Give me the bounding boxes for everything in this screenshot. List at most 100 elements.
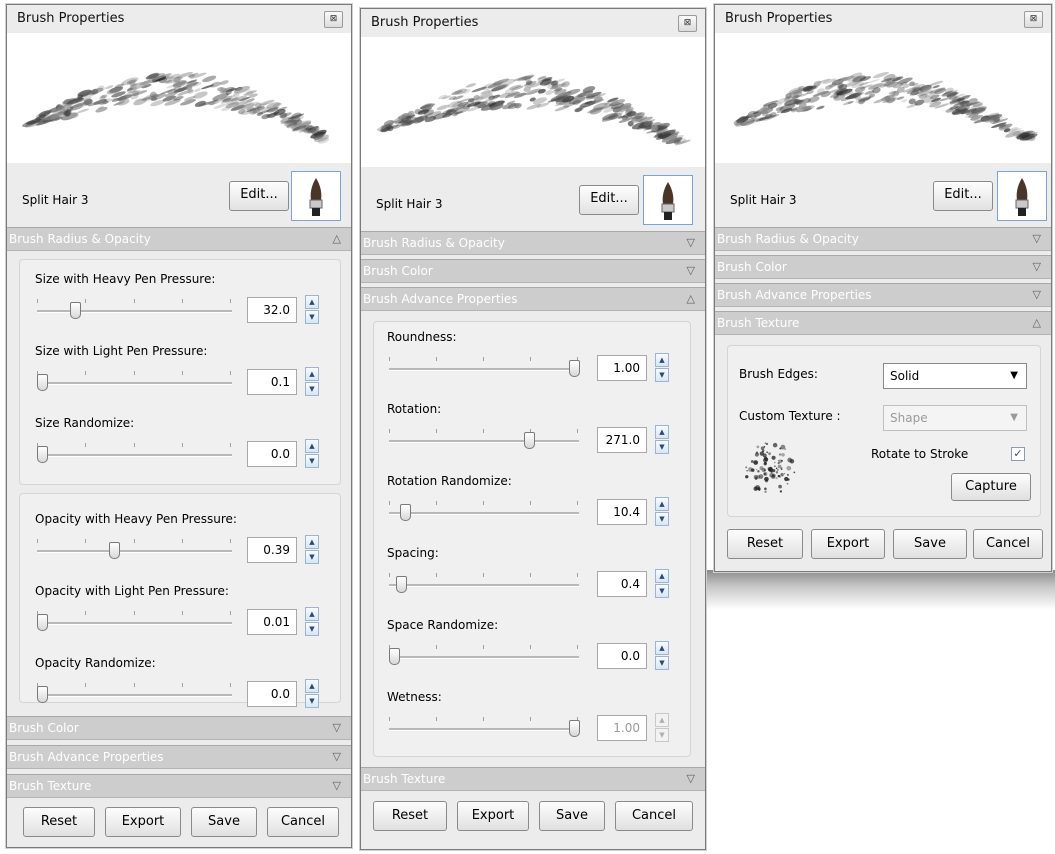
section-brush-radius-opacity[interactable]: Brush Radius & Opacity △ <box>7 227 351 251</box>
capture-button[interactable]: Capture <box>951 473 1031 501</box>
close-icon[interactable]: ⊠ <box>678 15 697 32</box>
value-input[interactable]: 0.0 <box>247 681 297 707</box>
spin-down-icon[interactable]: ▼ <box>655 368 669 382</box>
spin-up-icon[interactable]: ▲ <box>305 535 319 549</box>
reset-button[interactable]: Reset <box>727 529 803 559</box>
brush-tip-icon[interactable] <box>643 175 693 225</box>
save-button[interactable]: Save <box>539 801 605 831</box>
spinner[interactable]: ▲ ▼ <box>305 679 319 709</box>
export-button[interactable]: Export <box>457 801 529 831</box>
slider-thumb[interactable] <box>569 360 580 377</box>
save-button[interactable]: Save <box>893 529 967 559</box>
slider-thumb[interactable] <box>569 720 580 737</box>
section-brush-texture[interactable]: Brush Texture ▽ <box>7 774 351 798</box>
spin-up-icon[interactable]: ▲ <box>305 367 319 381</box>
spinner[interactable]: ▲ ▼ <box>655 641 669 671</box>
cancel-button[interactable]: Cancel <box>267 807 339 837</box>
reset-button[interactable]: Reset <box>23 807 95 837</box>
slider[interactable] <box>37 539 232 563</box>
edit-button[interactable]: Edit... <box>579 185 639 215</box>
section-brush-texture[interactable]: Brush Texture △ <box>715 311 1051 335</box>
spin-up-icon[interactable]: ▲ <box>305 607 319 621</box>
spin-up-icon[interactable]: ▲ <box>305 295 319 309</box>
slider[interactable] <box>389 501 579 525</box>
spin-down-icon[interactable]: ▼ <box>305 454 319 468</box>
slider-thumb[interactable] <box>37 374 48 391</box>
spinner[interactable]: ▲ ▼ <box>305 439 319 469</box>
value-input[interactable]: 0.39 <box>247 537 297 563</box>
section-brush-color[interactable]: Brush Color ▽ <box>715 255 1051 279</box>
spinner[interactable]: ▲ ▼ <box>305 607 319 637</box>
spinner[interactable]: ▲ ▼ <box>305 367 319 397</box>
slider-thumb[interactable] <box>70 302 82 319</box>
spinner[interactable]: ▲ ▼ <box>655 713 669 743</box>
edit-button[interactable]: Edit... <box>933 181 993 211</box>
slider-thumb[interactable] <box>389 648 400 665</box>
spin-down-icon[interactable]: ▼ <box>655 656 669 670</box>
slider[interactable] <box>37 683 232 707</box>
value-input[interactable]: 0.01 <box>247 609 297 635</box>
slider[interactable] <box>389 645 579 669</box>
slider-thumb[interactable] <box>37 686 48 703</box>
export-button[interactable]: Export <box>811 529 885 559</box>
spin-up-icon[interactable]: ▲ <box>655 713 669 727</box>
spin-up-icon[interactable]: ▲ <box>655 497 669 511</box>
value-input[interactable]: 1.00 <box>597 715 647 741</box>
slider[interactable] <box>389 429 579 453</box>
spin-down-icon[interactable]: ▼ <box>655 440 669 454</box>
spin-down-icon[interactable]: ▼ <box>655 728 669 742</box>
spinner[interactable]: ▲ ▼ <box>305 535 319 565</box>
spinner[interactable]: ▲ ▼ <box>655 497 669 527</box>
slider[interactable] <box>37 371 232 395</box>
spinner[interactable]: ▲ ▼ <box>305 295 319 325</box>
slider[interactable] <box>37 611 232 635</box>
reset-button[interactable]: Reset <box>373 801 447 831</box>
cancel-button[interactable]: Cancel <box>615 801 693 831</box>
section-brush-texture[interactable]: Brush Texture ▽ <box>361 767 705 791</box>
section-brush-radius-opacity[interactable]: Brush Radius & Opacity ▽ <box>715 227 1051 251</box>
section-brush-radius-opacity[interactable]: Brush Radius & Opacity ▽ <box>361 231 705 255</box>
export-button[interactable]: Export <box>105 807 181 837</box>
value-input[interactable]: 32.0 <box>247 297 297 323</box>
spin-up-icon[interactable]: ▲ <box>655 641 669 655</box>
section-brush-color[interactable]: Brush Color ▽ <box>361 259 705 283</box>
spinner[interactable]: ▲ ▼ <box>655 425 669 455</box>
spin-up-icon[interactable]: ▲ <box>305 439 319 453</box>
spin-down-icon[interactable]: ▼ <box>655 512 669 526</box>
spin-up-icon[interactable]: ▲ <box>655 425 669 439</box>
spinner[interactable]: ▲ ▼ <box>655 569 669 599</box>
spin-up-icon[interactable]: ▲ <box>305 679 319 693</box>
slider-thumb[interactable] <box>524 432 535 449</box>
slider-thumb[interactable] <box>399 504 411 521</box>
spinner[interactable]: ▲ ▼ <box>655 353 669 383</box>
value-input[interactable]: 0.0 <box>597 643 647 669</box>
slider-thumb[interactable] <box>37 446 48 463</box>
spin-down-icon[interactable]: ▼ <box>305 310 319 324</box>
spin-down-icon[interactable]: ▼ <box>305 382 319 396</box>
slider[interactable] <box>37 299 232 323</box>
spin-down-icon[interactable]: ▼ <box>305 622 319 636</box>
save-button[interactable]: Save <box>191 807 257 837</box>
brush-edges-select[interactable]: Solid ▼ <box>883 363 1027 389</box>
rotate-to-stroke-checkbox[interactable]: ✓ <box>1011 447 1025 461</box>
spin-down-icon[interactable]: ▼ <box>305 694 319 708</box>
custom-texture-select[interactable]: Shape ▼ <box>883 405 1027 431</box>
value-input[interactable]: 1.00 <box>597 355 647 381</box>
brush-tip-icon[interactable] <box>291 171 341 221</box>
close-icon[interactable]: ⊠ <box>324 11 343 28</box>
value-input[interactable]: 0.1 <box>247 369 297 395</box>
section-brush-advance-properties[interactable]: Brush Advance Properties ▽ <box>715 283 1051 307</box>
slider-thumb[interactable] <box>396 576 408 593</box>
spin-up-icon[interactable]: ▲ <box>655 353 669 367</box>
value-input[interactable]: 0.4 <box>597 571 647 597</box>
spin-down-icon[interactable]: ▼ <box>305 550 319 564</box>
slider[interactable] <box>37 443 232 467</box>
texture-thumbnail[interactable] <box>735 433 805 503</box>
cancel-button[interactable]: Cancel <box>973 529 1043 559</box>
value-input[interactable]: 10.4 <box>597 499 647 525</box>
spin-down-icon[interactable]: ▼ <box>655 584 669 598</box>
value-input[interactable]: 271.0 <box>597 427 647 453</box>
slider-thumb[interactable] <box>37 614 48 631</box>
slider-thumb[interactable] <box>109 542 121 559</box>
value-input[interactable]: 0.0 <box>247 441 297 467</box>
